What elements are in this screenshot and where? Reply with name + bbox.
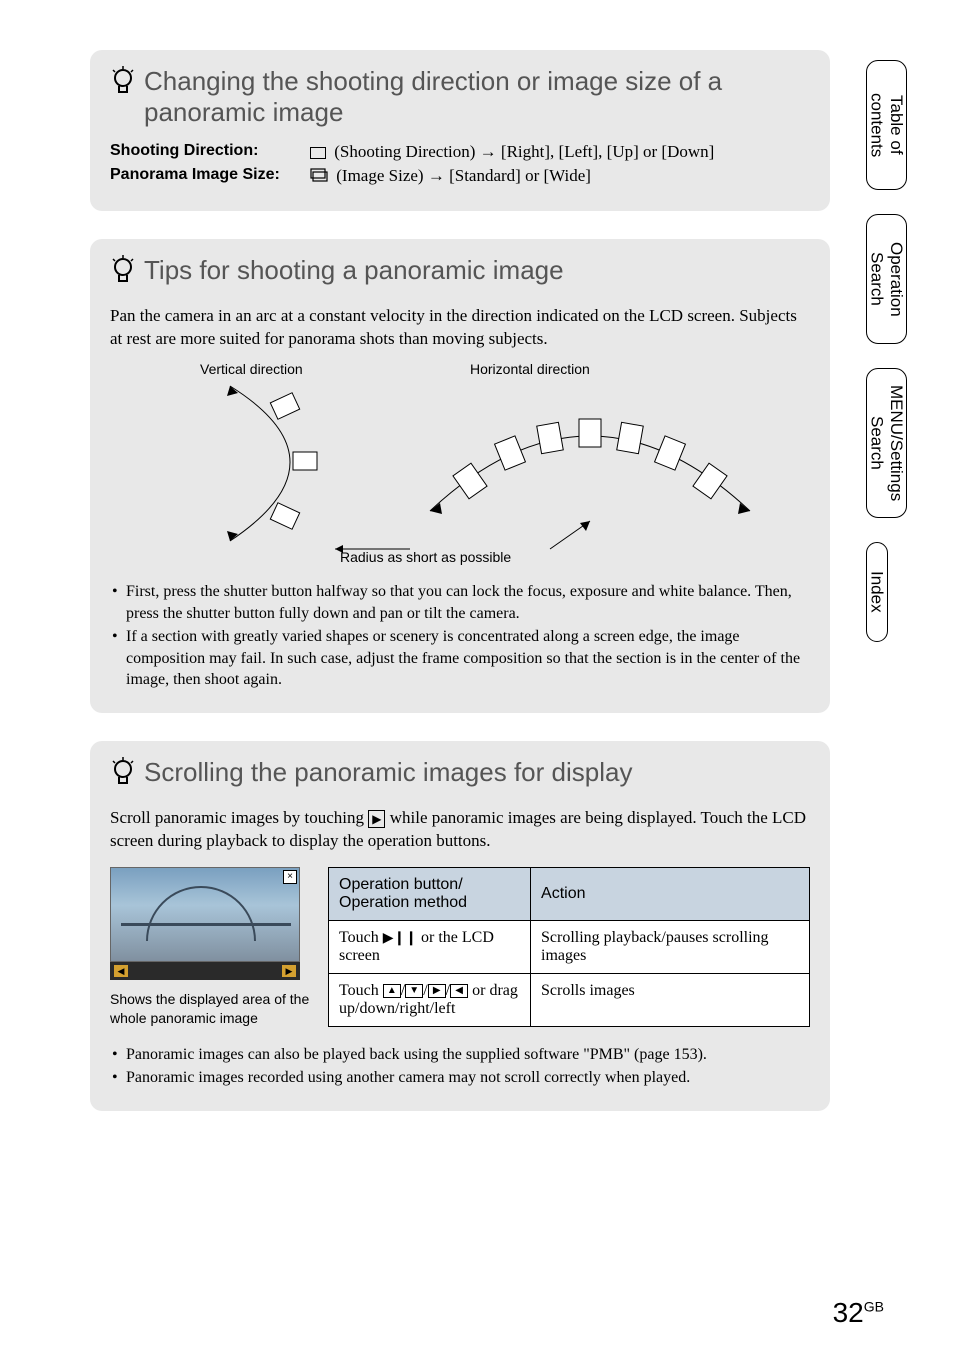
side-navigation: Table of contents Operation Search MENU/…	[866, 60, 938, 666]
operation-table: Operation button/ Operation method Actio…	[328, 867, 810, 1027]
table-header-method: Operation button/ Operation method	[329, 867, 531, 920]
tips-intro: Pan the camera in an arc at a constant v…	[110, 305, 810, 351]
section-title-text-1: Changing the shooting direction or image…	[144, 66, 810, 128]
shooting-direction-label: Shooting Direction:	[110, 142, 310, 162]
panorama-size-label: Panorama Image Size:	[110, 166, 310, 187]
table-header-action: Action	[531, 867, 810, 920]
arrow-down-key: ▼	[405, 984, 423, 998]
section-tips: Tips for shooting a panoramic image Pan …	[90, 239, 830, 713]
arrow-right-icon: →	[480, 142, 497, 162]
section-title-1: Changing the shooting direction or image…	[110, 66, 810, 128]
thumbnail-caption: Shows the displayed area of the whole pa…	[110, 990, 310, 1028]
play-icon: ▶	[368, 810, 385, 828]
section-title-text-3: Scrolling the panoramic images for displ…	[144, 757, 632, 788]
diagram-svg	[110, 371, 810, 571]
section-changing-direction: Changing the shooting direction or image…	[90, 50, 830, 211]
scroll-right-button[interactable]: ▶	[282, 965, 296, 977]
arrow-right-icon: →	[428, 166, 445, 186]
play-pause-icon: ▶❙❙	[383, 930, 417, 947]
table-cell-method-2: Touch ▲/▼/▶/◀ or drag up/down/right/left	[329, 973, 531, 1026]
scroll-bullets: Panoramic images can also be played back…	[110, 1044, 810, 1089]
section-title-2: Tips for shooting a panoramic image	[110, 255, 810, 291]
table-cell-action-1: Scrolling playback/pauses scrolling imag…	[531, 920, 810, 973]
section-title-3: Scrolling the panoramic images for displ…	[110, 757, 810, 793]
panorama-preview-image: ×	[110, 867, 300, 962]
size-icon	[310, 167, 328, 187]
table-cell-action-2: Scrolls images	[531, 973, 810, 1026]
scroll-intro: Scroll panoramic images by touching ▶ wh…	[110, 807, 810, 853]
arrow-up-key: ▲	[383, 984, 401, 998]
page-number: 32GB	[833, 1297, 884, 1329]
scroll-left-button[interactable]: ◀	[114, 965, 128, 977]
tips-bullet-2: If a section with greatly varied shapes …	[110, 626, 810, 691]
section-scrolling: Scrolling the panoramic images for displ…	[90, 741, 830, 1111]
tab-operation-search[interactable]: Operation Search	[866, 214, 907, 344]
tab-menu-settings-search[interactable]: MENU/Settings Search	[866, 368, 907, 518]
panorama-diagram: Vertical direction Horizontal direction …	[110, 361, 810, 571]
panorama-size-value: (Image Size) → [Standard] or [Wide]	[310, 166, 591, 187]
shooting-direction-value: (Shooting Direction) → [Right], [Left], …	[310, 142, 714, 162]
scroll-bullet-1: Panoramic images can also be played back…	[110, 1044, 810, 1066]
direction-icon	[310, 147, 326, 159]
table-cell-method-1: Touch ▶❙❙ or the LCD screen	[329, 920, 531, 973]
tab-index[interactable]: Index	[866, 542, 888, 642]
setting-row-direction: Shooting Direction: (Shooting Direction)…	[110, 142, 810, 162]
table-row: Touch ▶❙❙ or the LCD screen Scrolling pl…	[329, 920, 810, 973]
arrow-right-key: ▶	[428, 984, 446, 998]
tab-table-of-contents[interactable]: Table of contents	[866, 60, 907, 190]
arrow-left-key: ◀	[450, 984, 468, 998]
tip-icon	[110, 66, 138, 102]
section-title-text-2: Tips for shooting a panoramic image	[144, 255, 564, 286]
panorama-thumbnail: × ◀ ▶ Shows the displayed area of the wh…	[110, 867, 310, 1028]
panorama-scrollbar[interactable]: ◀ ▶	[110, 962, 300, 980]
setting-row-size: Panorama Image Size: (Image Size) → [Sta…	[110, 166, 810, 187]
scroll-bullet-2: Panoramic images recorded using another …	[110, 1067, 810, 1089]
tips-bullets: First, press the shutter button halfway …	[110, 581, 810, 691]
tips-bullet-1: First, press the shutter button halfway …	[110, 581, 810, 624]
tip-icon	[110, 757, 138, 793]
close-icon[interactable]: ×	[283, 870, 297, 884]
tip-icon	[110, 255, 138, 291]
table-row: Touch ▲/▼/▶/◀ or drag up/down/right/left…	[329, 973, 810, 1026]
